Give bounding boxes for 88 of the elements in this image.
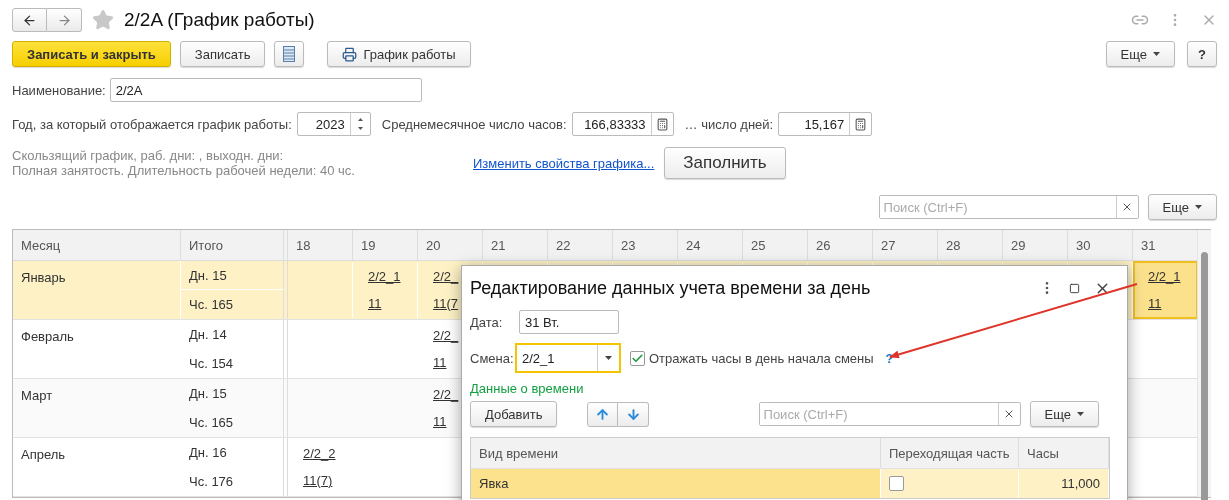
shift-link[interactable]: 2/2_1 [355, 263, 417, 290]
down-arrow-icon [625, 406, 641, 422]
back-icon [22, 12, 37, 28]
day-column-header: 26 [808, 230, 873, 260]
change-properties-link[interactable]: Изменить свойства графика... [473, 155, 655, 171]
help-button[interactable]: ? [1187, 41, 1217, 67]
search-field[interactable]: Поиск (Ctrl+F) [758, 402, 1021, 426]
scrollbar[interactable] [1197, 230, 1211, 497]
spin-up-icon[interactable] [357, 118, 363, 122]
day-column-header: 21 [483, 230, 548, 260]
save-button[interactable]: Записать [179, 41, 266, 67]
more-button[interactable]: Еще [1105, 41, 1176, 67]
dropdown-icon [605, 356, 612, 360]
save-and-close-button[interactable]: Записать и закрыть [12, 41, 171, 67]
column-header: Месяц [13, 230, 181, 260]
schedule-info-text: Полная занятость. Длительность рабочей недели: 40 чс. [12, 163, 356, 178]
schedule-info-text: Скользящий график, раб. дни: , выходн. дни: [12, 148, 285, 163]
day-column-header: 29 [1003, 230, 1068, 260]
day-column-header: 22 [548, 230, 613, 260]
spin-down-icon[interactable] [357, 126, 363, 130]
back-button[interactable] [12, 8, 47, 32]
hours-total-cell: Чс. 154 [181, 349, 284, 378]
favorite-star-icon[interactable] [92, 9, 114, 31]
shift-field[interactable]: 2/2_1 [515, 343, 621, 373]
days-total-cell: Дн. 15 [181, 261, 284, 290]
list-button[interactable] [274, 41, 305, 67]
month-cell-text: Март [20, 387, 54, 405]
date-field[interactable]: 31 Вт. [519, 310, 619, 334]
column-header: Итого [181, 230, 284, 260]
shift-link[interactable]: 2/2_1 [1135, 263, 1196, 290]
more-button[interactable]: Еще [1147, 194, 1217, 220]
hours-link[interactable]: 11(7) [290, 467, 351, 494]
day-cell[interactable]: 2/2_2 11(7) [288, 438, 353, 496]
day-column-header: 28 [938, 230, 1003, 260]
hours-cell: 11,000 [1019, 469, 1109, 498]
caret-icon [1077, 412, 1084, 416]
day-column-header: 25 [743, 230, 808, 260]
search-field[interactable]: Поиск (Ctrl+F) [878, 195, 1139, 219]
calculator-icon [655, 117, 669, 131]
day-cell[interactable]: 2/2_1 11 [353, 261, 418, 319]
day-column-header: 19 [353, 230, 418, 260]
year-label: Год, за который отображается график работы: [12, 116, 292, 132]
day-column-header: 27 [873, 230, 938, 260]
add-button[interactable]: Добавить [470, 401, 558, 427]
hours-total-cell: Чс. 165 [181, 408, 284, 437]
days-count-field[interactable]: 15,167 [778, 112, 873, 136]
reflect-hours-label: Отражать часы в день начала смены [649, 350, 874, 366]
fill-button[interactable]: Заполнить [664, 147, 786, 179]
day-column-header: 24 [678, 230, 743, 260]
days-count-label: … число дней: [684, 116, 774, 132]
days-total-cell: Дн. 16 [181, 438, 284, 467]
list-icon [283, 46, 296, 62]
days-total-cell: Дн. 14 [181, 320, 284, 349]
calculator-icon [854, 117, 868, 131]
day-column-header: 30 [1068, 230, 1133, 260]
day-column-header: 18 [288, 230, 353, 260]
day-column-header: 20 [418, 230, 483, 260]
section-title: Данные о времени [470, 381, 585, 397]
month-cell-text: Февраль [20, 328, 75, 346]
hours-link[interactable]: 11 [355, 290, 417, 317]
name-field[interactable]: 2/2A [109, 78, 422, 102]
month-cell: Январь [13, 261, 181, 319]
average-hours-field[interactable]: 166,83333 [571, 112, 674, 136]
maximize-icon[interactable] [1069, 282, 1080, 294]
hours-link[interactable]: 11 [1135, 290, 1196, 317]
window-title: 2/2A (График работы) [124, 9, 315, 31]
printer-icon [342, 46, 358, 62]
time-row[interactable]: Явка 11,000 [471, 468, 1109, 498]
more-button[interactable]: Еще [1029, 401, 1099, 427]
time-type-cell: Явка [471, 469, 881, 498]
name-label: Наименование: [12, 82, 106, 98]
caret-icon [1195, 205, 1202, 209]
move-down-button[interactable] [618, 401, 650, 427]
day-cell[interactable]: 2/2_1 11 [1133, 261, 1198, 319]
day-column-header: 23 [613, 230, 678, 260]
caret-icon [1153, 52, 1161, 56]
hours-total-cell: Чс. 165 [181, 290, 284, 319]
forward-icon [56, 12, 72, 28]
days-total-cell: Дн. 15 [181, 379, 284, 408]
month-cell-text: Апрель [20, 446, 67, 464]
year-field[interactable]: 2023 [296, 112, 371, 136]
shift-link[interactable]: 2/2_2 [290, 440, 351, 467]
print-button[interactable]: График работы [327, 41, 471, 67]
move-up-button[interactable] [587, 401, 619, 427]
checkbox[interactable] [889, 476, 904, 491]
hours-total-cell: Чс. 176 [181, 467, 284, 496]
average-hours-label: Среднемесячное число часов: [381, 116, 567, 132]
checkbox[interactable] [630, 350, 645, 366]
